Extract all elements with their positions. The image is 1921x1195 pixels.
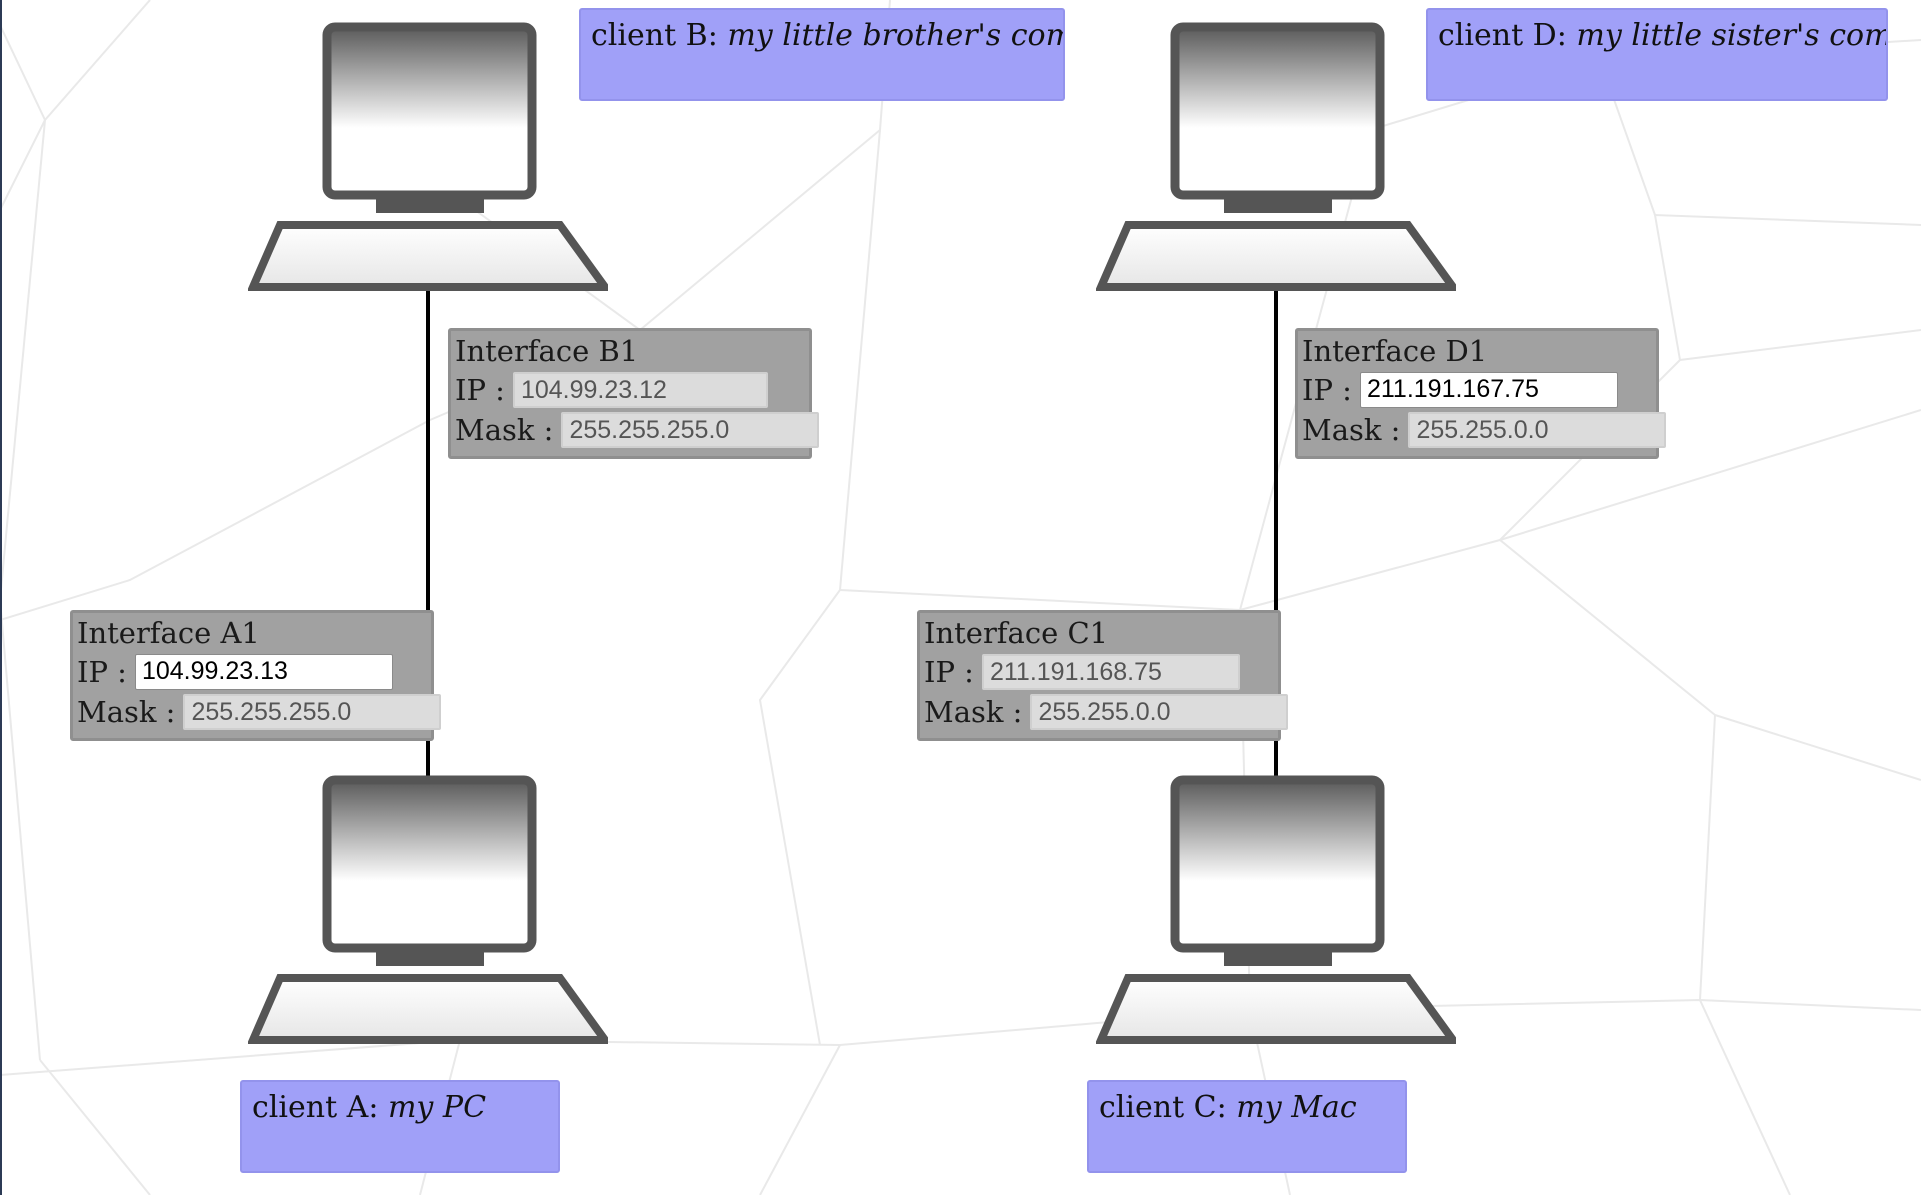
interface-b1-mask-row: Mask : 255.255.255.0 (455, 411, 820, 449)
client-a-label: client A: my PC (240, 1080, 560, 1173)
client-d-prefix: client D: (1438, 18, 1567, 53)
interface-c1-panel: Interface C1 IP : 211.191.168.75 Mask : … (917, 610, 1289, 741)
interface-b1-panel: Interface B1 IP : 104.99.23.12 Mask : 25… (448, 328, 820, 459)
interface-d1-ip-row: IP : 211.191.167.75 (1302, 371, 1618, 409)
computer-d-icon[interactable] (1096, 22, 1456, 312)
interface-a1-mask-field: 255.255.255.0 (183, 694, 442, 730)
client-b-label: client B: my little brother's computer (579, 8, 1065, 101)
client-b-prefix: client B: (591, 18, 718, 53)
interface-b1-title: Interface B1 (455, 334, 639, 368)
network-diagram: client B: my little brother's computer c… (0, 0, 1921, 1195)
client-a-description: my PC (387, 1090, 487, 1125)
interface-a1-mask-label: Mask : (77, 695, 176, 729)
interface-a1-ip-label: IP : (77, 655, 127, 689)
interface-d1-ip-label: IP : (1302, 373, 1352, 407)
client-c-prefix: client C: (1099, 1090, 1227, 1125)
interface-b1-ip-row: IP : 104.99.23.12 (455, 371, 768, 409)
computer-c-icon[interactable] (1096, 775, 1456, 1065)
interface-c1-ip-field: 211.191.168.75 (981, 654, 1240, 690)
client-c-label: client C: my Mac (1087, 1080, 1407, 1173)
interface-c1-mask-field: 255.255.0.0 (1030, 694, 1289, 730)
interface-d1-ip-input[interactable]: 211.191.167.75 (1359, 372, 1618, 408)
interface-a1-ip-input[interactable]: 104.99.23.13 (134, 654, 393, 690)
interface-a1-panel: Interface A1 IP : 104.99.23.13 Mask : 25… (70, 610, 442, 741)
interface-c1-mask-row: Mask : 255.255.0.0 (924, 693, 1289, 731)
interface-a1-ip-row: IP : 104.99.23.13 (77, 653, 393, 691)
interface-c1-ip-label: IP : (924, 655, 974, 689)
interface-b1-mask-field: 255.255.255.0 (561, 412, 820, 448)
interface-d1-mask-field: 255.255.0.0 (1408, 412, 1667, 448)
interface-d1-panel: Interface D1 IP : 211.191.167.75 Mask : … (1295, 328, 1667, 459)
interface-b1-ip-field: 104.99.23.12 (512, 372, 768, 408)
interface-c1-mask-label: Mask : (924, 695, 1023, 729)
client-d-description: my little sister's computer (1576, 18, 1886, 53)
interface-d1-mask-label: Mask : (1302, 413, 1401, 447)
interface-d1-mask-row: Mask : 255.255.0.0 (1302, 411, 1667, 449)
client-b-description: my little brother's computer (727, 18, 1063, 53)
interface-a1-mask-row: Mask : 255.255.255.0 (77, 693, 442, 731)
interface-c1-ip-row: IP : 211.191.168.75 (924, 653, 1240, 691)
client-d-label: client D: my little sister's computer (1426, 8, 1888, 101)
client-a-prefix: client A: (252, 1090, 379, 1125)
interface-a1-title: Interface A1 (77, 616, 260, 650)
interface-b1-ip-label: IP : (455, 373, 505, 407)
interface-b1-mask-label: Mask : (455, 413, 554, 447)
client-c-description: my Mac (1236, 1090, 1357, 1125)
interface-d1-title: Interface D1 (1302, 334, 1488, 368)
computer-b-icon[interactable] (248, 22, 608, 312)
computer-a-icon[interactable] (248, 775, 608, 1065)
interface-c1-title: Interface C1 (924, 616, 1109, 650)
